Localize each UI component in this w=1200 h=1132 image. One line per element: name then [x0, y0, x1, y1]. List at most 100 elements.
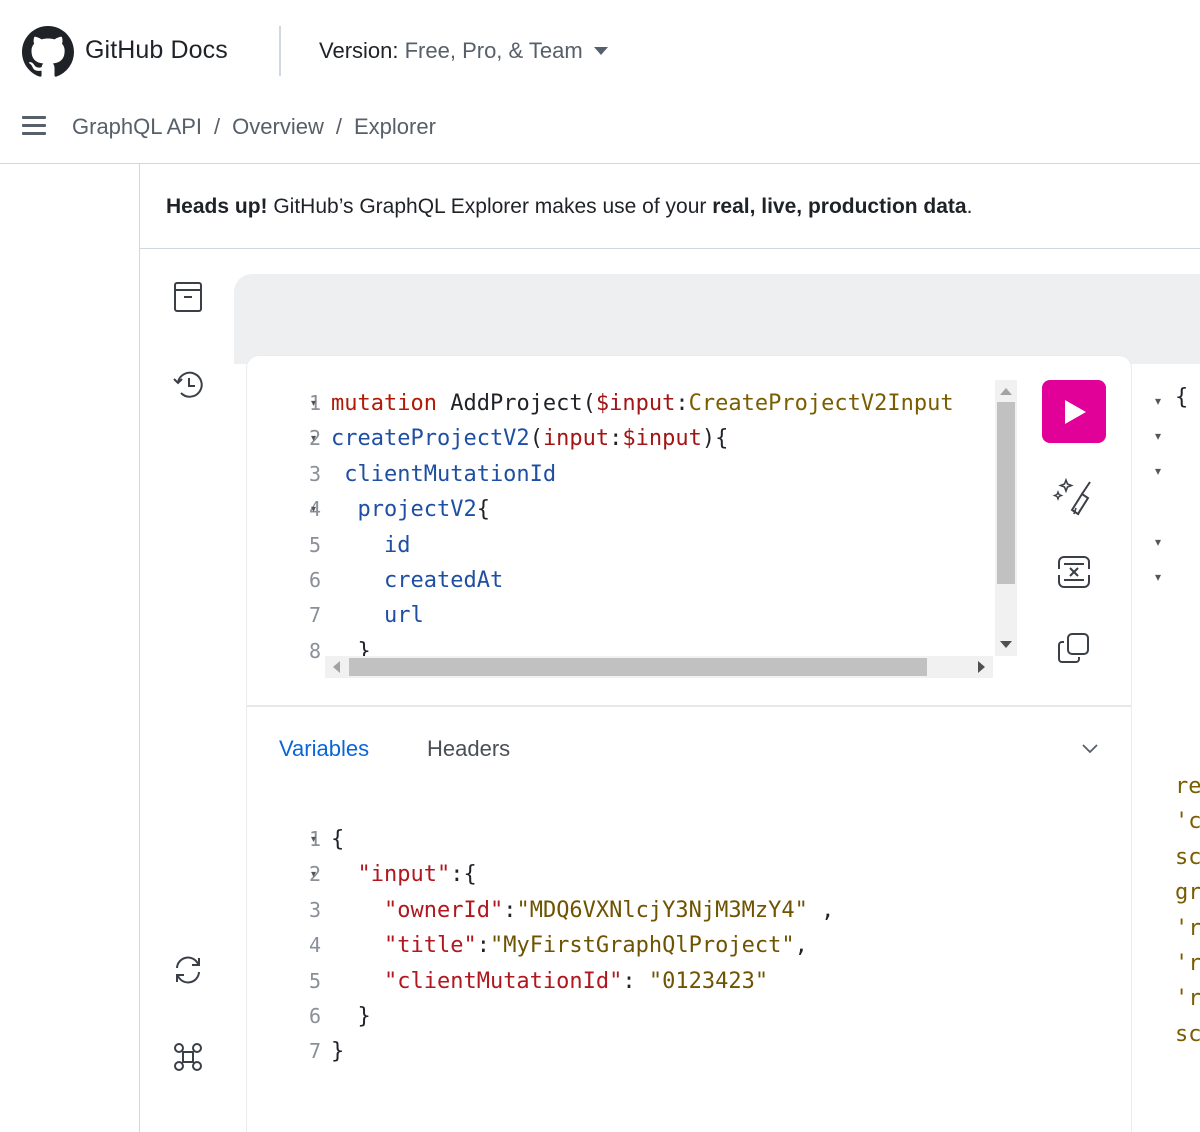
code-token: "ownerId": [383, 897, 504, 923]
breadcrumb-item[interactable]: Explorer: [354, 114, 436, 139]
top-header: GitHub Docs Version: Free, Pro, & Team: [0, 0, 1200, 100]
code-token: }: [331, 638, 371, 656]
result-line: re: [1175, 774, 1200, 799]
line-number: 3: [308, 897, 321, 922]
result-brace: {: [1175, 385, 1189, 410]
code-token: "MDQ6VXNlcjY3NjM3MzY4": [516, 897, 808, 923]
fold-caret-icon[interactable]: ▾: [1155, 429, 1161, 443]
code-line: createdAt: [331, 563, 503, 598]
code-token: mutation: [331, 391, 437, 416]
version-picker[interactable]: Version: Free, Pro, & Team: [319, 38, 583, 64]
result-line: 'c: [1175, 809, 1200, 835]
fold-caret-icon[interactable]: ▾: [1155, 464, 1161, 478]
scroll-up-icon[interactable]: [1000, 388, 1012, 395]
tab-headers[interactable]: Headers: [427, 736, 510, 762]
code-token: :: [609, 426, 623, 452]
code-line: mutation AddProject($input:CreateProject…: [331, 386, 954, 421]
code-line: {: [331, 822, 344, 857]
result-line: sc: [1175, 844, 1200, 870]
sidebar-border: [139, 164, 140, 1132]
scroll-right-icon[interactable]: [978, 661, 985, 673]
docs-icon[interactable]: [171, 280, 205, 314]
breadcrumb-item[interactable]: GraphQL API: [72, 114, 202, 139]
refetch-icon[interactable]: [171, 953, 205, 987]
code-token: CreateProjectV2Input: [688, 391, 954, 416]
code-token: clientMutationId: [331, 461, 557, 487]
scroll-thumb[interactable]: [349, 658, 927, 676]
code-line: projectV2{: [331, 492, 490, 527]
code-token: ){: [701, 426, 729, 452]
code-token: "0123423": [648, 968, 769, 994]
line-number: 6: [308, 1004, 321, 1028]
caret-down-icon[interactable]: [594, 47, 608, 55]
code-line: }: [331, 999, 370, 1034]
query-code[interactable]: mutation AddProject($input:CreateProject…: [247, 356, 995, 656]
code-line: createProjectV2(input:$input){: [331, 421, 728, 456]
brand-title[interactable]: GitHub Docs: [85, 36, 228, 65]
code-line: "ownerId":"MDQ6VXNlcjY3NjM3MzY4" ,: [331, 893, 834, 928]
scroll-down-icon[interactable]: [1000, 641, 1012, 648]
code-line: url: [331, 598, 424, 633]
line-number: 7: [308, 1039, 321, 1064]
code-token: createdAt: [331, 568, 504, 593]
version-label: Version:: [319, 38, 399, 63]
breadcrumb-separator: /: [214, 114, 221, 139]
fold-caret-icon[interactable]: ▾: [311, 869, 316, 880]
code-token: id: [331, 532, 411, 558]
execute-query-button[interactable]: [1042, 380, 1106, 443]
fold-caret-icon[interactable]: ▾: [311, 834, 316, 845]
code-line: clientMutationId: [331, 457, 556, 492]
heads-up-banner: Heads up! GitHub’s GraphQL Explorer make…: [166, 195, 972, 219]
code-line: "clientMutationId": "0123423": [331, 964, 768, 999]
code-line: "title":"MyFirstGraphQlProject",: [331, 928, 808, 963]
code-line: }: [331, 634, 371, 656]
code-token: input: [542, 426, 610, 452]
code-token: createProjectV2: [331, 426, 530, 452]
history-icon[interactable]: [171, 368, 205, 402]
breadcrumb-separator: /: [335, 114, 342, 139]
fold-caret-icon[interactable]: ▾: [1155, 535, 1161, 549]
result-line: 'r: [1175, 951, 1200, 976]
code-line: "input":{: [331, 857, 477, 892]
banner-emphasis: real, live, production data: [712, 195, 967, 218]
scroll-thumb[interactable]: [997, 402, 1015, 584]
code-line: id: [331, 528, 411, 563]
result-line: 'r: [1175, 986, 1200, 1012]
code-token: "title": [383, 933, 477, 959]
code-token: :: [503, 897, 517, 923]
scroll-left-icon[interactable]: [333, 661, 340, 673]
code-token: {: [476, 497, 490, 523]
line-number: 5: [308, 968, 321, 993]
fold-caret-icon[interactable]: ▾: [1155, 394, 1161, 408]
shortcuts-icon[interactable]: [171, 1040, 205, 1074]
chevron-down-icon[interactable]: [1081, 740, 1099, 758]
breadcrumb: GraphQL API / Overview / Explorer: [72, 114, 436, 140]
editor-panel: 1 ▾ 2 ▾ 3 4 ▾ 5 6 7 8 mutation AddProject($input:C…: [247, 356, 1131, 1132]
query-vertical-scrollbar[interactable]: [995, 380, 1017, 656]
result-line: sc: [1175, 1021, 1200, 1047]
line-number: 4: [308, 933, 321, 958]
code-token: :{: [450, 862, 477, 888]
hamburger-menu-icon[interactable]: [22, 116, 46, 136]
version-value: Free, Pro, & Team: [398, 38, 583, 63]
result-line: 'r: [1175, 915, 1200, 941]
code-token: $input: [595, 391, 676, 416]
tab-variables[interactable]: Variables: [279, 736, 369, 762]
copy-icon[interactable]: [1052, 626, 1096, 670]
banner-suffix: .: [966, 195, 973, 218]
code-token: url: [331, 603, 424, 629]
fold-caret-icon[interactable]: ▾: [1155, 570, 1161, 584]
query-horizontal-scrollbar[interactable]: [325, 656, 993, 678]
query-editor[interactable]: 1 ▾ 2 ▾ 3 4 ▾ 5 6 7 8 mutation AddProject($input:C…: [247, 356, 1131, 706]
code-token: (: [529, 426, 543, 452]
breadcrumb-item[interactable]: Overview: [232, 114, 324, 139]
github-logo-icon[interactable]: [22, 26, 74, 78]
code-token: {: [331, 827, 345, 852]
banner-prefix: Heads up!: [166, 195, 268, 218]
prettify-icon[interactable]: [1052, 474, 1096, 518]
merge-fragments-icon[interactable]: [1052, 550, 1096, 594]
code-line: }: [331, 1034, 344, 1069]
code-token: ,: [794, 933, 808, 959]
